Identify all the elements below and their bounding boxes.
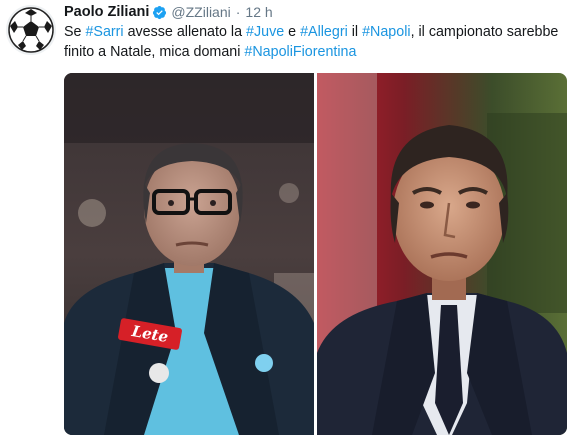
- tweet-header: Paolo Ziliani @ZZiliani · 12 h: [64, 3, 273, 21]
- hashtag-link[interactable]: #Napoli: [362, 24, 410, 40]
- header-separator: ·: [235, 4, 241, 20]
- hashtag-link[interactable]: #Allegri: [300, 24, 348, 40]
- soccer-ball-icon: [6, 5, 56, 55]
- avatar[interactable]: [6, 5, 56, 55]
- author-handle[interactable]: @ZZiliani: [171, 4, 230, 20]
- tweet-timestamp[interactable]: 12 h: [245, 4, 272, 20]
- media-photo-right[interactable]: [317, 73, 567, 435]
- hashtag-link[interactable]: #Sarri: [85, 24, 123, 40]
- tweet-card: Paolo Ziliani @ZZiliani · 12 h Se #Sarri…: [0, 0, 570, 445]
- tweet-text: Se #Sarri avesse allenato la #Juve e #Al…: [64, 22, 564, 62]
- tweet-media[interactable]: Lete: [64, 73, 567, 435]
- verified-badge-icon: [153, 5, 167, 19]
- media-photo-left[interactable]: Lete: [64, 73, 314, 435]
- text-segment: Se: [64, 24, 86, 40]
- hashtag-link[interactable]: #NapoliFiorentina: [244, 44, 356, 60]
- text-segment: avesse allenato la: [123, 24, 247, 40]
- hashtag-link[interactable]: #Juve: [246, 24, 284, 40]
- text-segment: e: [284, 24, 301, 40]
- text-segment: il: [347, 24, 363, 40]
- author-name[interactable]: Paolo Ziliani: [64, 4, 149, 20]
